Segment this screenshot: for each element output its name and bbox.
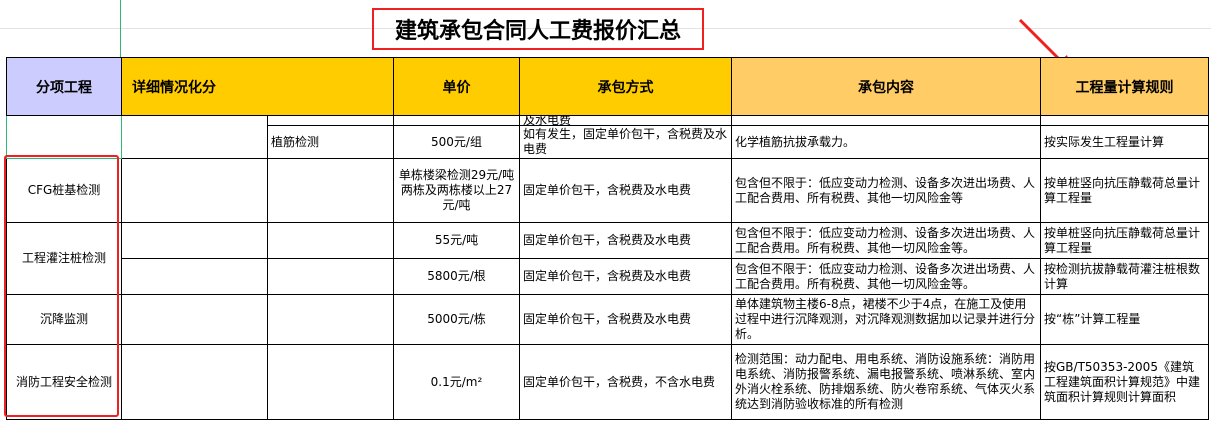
rule-cell: 按GB/T50353-2005《建筑工程建筑面积计算规范》中建筑面积计算规则计算… xyxy=(1040,344,1209,420)
price-cell: 500元/组 xyxy=(393,125,520,159)
table-row: 及水电费 xyxy=(6,115,1209,159)
content-cell: 包含但不限于：低应变动力检测、设备多次进出场费、人工配合费用、所有税费、其他一切… xyxy=(731,158,1041,223)
header-price: 单价 xyxy=(393,57,520,116)
method-cell: 固定单价包干，含税费及水电费 xyxy=(519,222,732,259)
header-item: 分项工程 xyxy=(6,57,122,116)
table-row: 5800元/根 固定单价包干，含税费及水电费 包含但不限于：低应变动力检测、设备… xyxy=(7,258,1209,295)
header-method: 承包方式 xyxy=(519,57,732,116)
header-rule: 工程量计算规则 xyxy=(1040,57,1209,116)
method-cell: 如有发生，固定单价包干，含税费及水电费 xyxy=(519,125,732,159)
header-content: 承包内容 xyxy=(731,57,1041,116)
content-cell: 单体建筑物主楼6-8点，裙楼不少于4点，在施工及使用过程中进行沉降观测，对沉降观… xyxy=(731,294,1041,345)
table-row: CFG桩基检测 单栋楼梁检测29元/吨 两栋及两栋楼以上27元/吨 固定单价包干… xyxy=(6,158,1209,223)
red-highlight-box xyxy=(4,155,119,417)
price-cell: 5000元/栋 xyxy=(393,294,520,345)
rule-cell: 按检测抗拔静载荷灌注桩根数计算 xyxy=(1040,258,1209,295)
rule-cell: 按“栋”计算工程量 xyxy=(1040,294,1209,345)
price-table: 分项工程 详细情况化分 单价 承包方式 承包内容 工程量计算规则 及水电费 植筋… xyxy=(6,57,1209,420)
content-cell: 包含但不限于：低应变动力检测、设备多次进出场费、人工配合费用。所有税费、其他一切… xyxy=(731,222,1041,259)
price-cell: 0.1元/m² xyxy=(393,344,520,420)
header-row: 分项工程 详细情况化分 单价 承包方式 承包内容 工程量计算规则 xyxy=(6,57,1209,116)
table-row: 沉降监测 5000元/栋 固定单价包干，含税费及水电费 单体建筑物主楼6-8点，… xyxy=(6,294,1209,345)
table-row: 消防工程安全检测 0.1元/m² 固定单价包干，含税费，不含水电费 检测范围：动… xyxy=(6,344,1209,420)
sheet-title: 建筑承包合同人工费报价汇总 xyxy=(372,8,704,50)
price-cell: 5800元/根 xyxy=(393,258,520,295)
price-cell: 单栋楼梁检测29元/吨 两栋及两栋楼以上27元/吨 xyxy=(393,158,520,223)
table-row: 工程灌注桩检测 55元/吨 固定单价包干，含税费及水电费 包含但不限于：低应变动… xyxy=(6,222,1209,295)
method-cell: 固定单价包干，含税费，不含水电费 xyxy=(519,344,732,420)
rule-cell: 按实际发生工程量计算 xyxy=(1040,125,1209,159)
rule-cell: 按单桩竖向抗压静载荷总量计算工程量 xyxy=(1040,222,1209,259)
content-cell: 化学植筋抗拔承载力。 xyxy=(731,125,1041,159)
method-cell: 及水电费 xyxy=(519,115,732,126)
header-detail: 详细情况化分 xyxy=(121,57,394,116)
content-cell: 检测范围：动力配电、用电系统、消防设施系统：消防用电系统、消防报警系统、漏电报警… xyxy=(731,344,1041,420)
method-cell: 固定单价包干，含税费及水电费 xyxy=(519,294,732,345)
selected-column-border xyxy=(120,0,121,57)
rule-cell: 按单桩竖向抗压静载荷总量计算工程量 xyxy=(1040,158,1209,223)
sub-item-cell: 植筋检测 xyxy=(267,125,394,159)
method-cell: 固定单价包干，含税费及水电费 xyxy=(519,258,732,295)
content-cell: 包含但不限于：低应变动力检测、设备多次进出场费、人工配合费用。所有税费、其他一切… xyxy=(731,258,1041,295)
method-cell: 固定单价包干，含税费及水电费 xyxy=(519,158,732,223)
price-cell: 55元/吨 xyxy=(393,222,520,259)
